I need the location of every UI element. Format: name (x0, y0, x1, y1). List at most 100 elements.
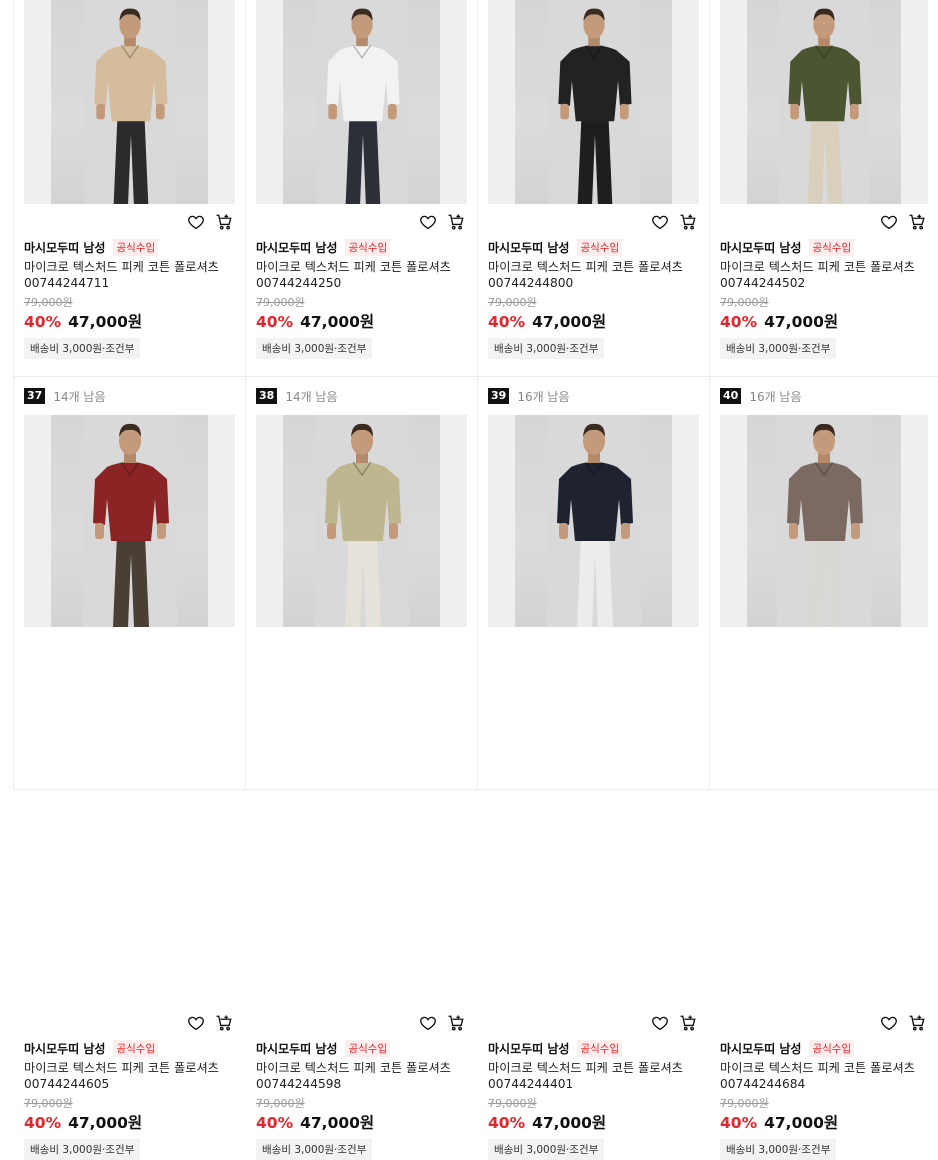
original-price: 79,000원 (256, 296, 305, 309)
cart-icon[interactable] (215, 1014, 233, 1032)
product-info: 마시모두띠 남성 공식수입마이크로 텍스처드 피케 코튼 폴로셔츠 0074424… (720, 238, 930, 359)
shipping-badge: 배송비 3,000원·조건부 (256, 338, 373, 359)
heart-icon[interactable] (651, 213, 669, 231)
product-card[interactable]: 38 14개 남음 마시모두띠 남성 공식수입 마이크로 텍스처드 피케 코튼 폴로셔… (246, 377, 478, 1160)
shipping-badge: 배송비 3,000원·조건부 (24, 338, 141, 359)
heart-icon[interactable] (419, 1014, 437, 1032)
cart-icon[interactable] (679, 213, 697, 231)
stock-remaining: 14개 남음 (285, 389, 338, 404)
product-image[interactable] (720, 415, 928, 627)
card-actions (651, 1014, 697, 1032)
discount-rate: 40% (24, 1114, 62, 1132)
product-card[interactable]: 마시모두띠 남성 공식수입마이크로 텍스처드 피케 코튼 폴로셔츠 0074424… (710, 0, 938, 377)
brand-name[interactable]: 마시모두띠 남성 (720, 239, 801, 256)
original-price: 79,000원 (256, 1097, 305, 1110)
heart-icon[interactable] (880, 1014, 898, 1032)
brand-name[interactable]: 마시모두띠 남성 (24, 1040, 105, 1057)
rank-badge: 37 (24, 388, 46, 404)
heart-icon[interactable] (651, 1014, 669, 1032)
brand-name[interactable]: 마시모두띠 남성 (256, 239, 337, 256)
discount-rate: 40% (488, 1114, 526, 1132)
sale-price: 47,000원 (300, 313, 375, 331)
cart-icon[interactable] (679, 1014, 697, 1032)
product-card[interactable]: 마시모두띠 남성 공식수입마이크로 텍스처드 피케 코튼 폴로셔츠 0074424… (14, 0, 246, 377)
sale-price: 47,000원 (764, 1114, 839, 1132)
original-price: 79,000원 (488, 1097, 537, 1110)
official-import-badge: 공식수입 (577, 1039, 623, 1057)
official-import-badge: 공식수입 (113, 238, 159, 256)
official-import-badge: 공식수입 (577, 238, 623, 256)
discount-rate: 40% (24, 313, 62, 331)
rank-badge: 39 (488, 388, 510, 404)
brand-name[interactable]: 마시모두띠 남성 (24, 239, 105, 256)
rank-row: 40 16개 남음 (720, 388, 802, 404)
product-info: 마시모두띠 남성 공식수입마이크로 텍스처드 피케 코튼 폴로셔츠 0074424… (256, 238, 469, 359)
product-card[interactable]: 39 16개 남음 마시모두띠 남성 공식수입마이크로 텍스처드 피케 코튼 폴로셔… (478, 377, 710, 1160)
product-title[interactable]: 마이크로 텍스처드 피케 코튼 폴로셔츠 00744244250 (256, 259, 469, 291)
product-image[interactable] (24, 0, 235, 204)
card-actions (187, 213, 233, 231)
cart-icon[interactable] (908, 1014, 926, 1032)
original-price: 79,000원 (720, 1097, 769, 1110)
cart-icon[interactable] (215, 213, 233, 231)
official-import-badge: 공식수입 (809, 1039, 855, 1057)
brand-name[interactable]: 마시모두띠 남성 (488, 239, 569, 256)
shipping-badge: 배송비 3,000원·조건부 (488, 338, 605, 359)
original-price: 79,000원 (720, 296, 769, 309)
card-actions (419, 1014, 465, 1032)
rank-row: 38 14개 남음 (256, 388, 338, 404)
product-card[interactable]: 마시모두띠 남성 공식수입마이크로 텍스처드 피케 코튼 폴로셔츠 0074424… (246, 0, 478, 377)
product-info: 마시모두띠 남성 공식수입마이크로 텍스처드 피케 코튼 폴로셔츠 0074424… (24, 238, 237, 359)
card-actions (880, 1014, 926, 1032)
official-import-badge: 공식수입 (113, 1039, 159, 1057)
official-import-badge: 공식수입 (809, 238, 855, 256)
shipping-badge: 배송비 3,000원·조건부 (720, 1139, 837, 1160)
product-image[interactable] (720, 0, 928, 204)
heart-icon[interactable] (419, 213, 437, 231)
discount-rate: 40% (256, 1114, 294, 1132)
product-title[interactable]: 마이크로 텍스처드 피케 코튼 폴로셔츠 00744244605 (24, 1060, 237, 1092)
product-title[interactable]: 마이크로 텍스처드 피케 코튼 폴로셔츠 00744244800 (488, 259, 701, 291)
sale-price: 47,000원 (300, 1114, 375, 1132)
shipping-badge: 배송비 3,000원·조건부 (720, 338, 837, 359)
sale-price: 47,000원 (68, 1114, 143, 1132)
rank-row: 37 14개 남음 (24, 388, 106, 404)
product-card[interactable]: 40 16개 남음 마시모두띠 남성 공식수입마이크로 텍스처드 피케 코튼 폴로셔… (710, 377, 938, 1160)
stock-remaining: 16개 남음 (749, 389, 802, 404)
cart-icon[interactable] (908, 213, 926, 231)
brand-name[interactable]: 마시모두띠 남성 (256, 1040, 337, 1057)
discount-rate: 40% (720, 1114, 758, 1132)
cart-icon[interactable] (447, 1014, 465, 1032)
product-info: 마시모두띠 남성 공식수입마이크로 텍스처드 피케 코튼 폴로셔츠 0074424… (488, 1039, 701, 1160)
product-image[interactable] (488, 0, 699, 204)
product-title[interactable]: 마이크로 텍스처드 피케 코튼 폴로셔츠 00744244401 (488, 1060, 701, 1092)
heart-icon[interactable] (187, 1014, 205, 1032)
product-title[interactable]: 마이크로 텍스처드 피케 코튼 폴로셔츠 00744244711 (24, 259, 237, 291)
stock-remaining: 16개 남음 (517, 389, 570, 404)
product-title[interactable]: 마이크로 텍스처드 피케 코튼 폴로셔츠 00744244684 (720, 1060, 930, 1092)
brand-name[interactable]: 마시모두띠 남성 (720, 1040, 801, 1057)
product-card[interactable]: 마시모두띠 남성 공식수입마이크로 텍스처드 피케 코튼 폴로셔츠 0074424… (478, 0, 710, 377)
brand-name[interactable]: 마시모두띠 남성 (488, 1040, 569, 1057)
product-image[interactable] (488, 415, 699, 627)
product-image[interactable] (24, 415, 235, 627)
product-image[interactable] (256, 415, 467, 627)
card-actions (419, 213, 465, 231)
product-info: 마시모두띠 남성 공식수입마이크로 텍스처드 피케 코튼 폴로셔츠 0074424… (488, 238, 701, 359)
cart-icon[interactable] (447, 213, 465, 231)
product-title[interactable]: 마이크로 텍스처드 피케 코튼 폴로셔츠 00744244502 (720, 259, 930, 291)
sale-price: 47,000원 (764, 313, 839, 331)
rank-row: 39 16개 남음 (488, 388, 570, 404)
heart-icon[interactable] (880, 213, 898, 231)
rank-badge: 40 (720, 388, 742, 404)
product-info: 마시모두띠 남성 공식수입마이크로 텍스처드 피케 코튼 폴로셔츠 0074424… (720, 1039, 930, 1160)
product-title[interactable]: 마이크로 텍스처드 피케 코튼 폴로셔츠 00744244598 (256, 1060, 469, 1092)
product-card[interactable]: 37 14개 남음 마시모두띠 남성 공식수입마이크로 텍스처드 피케 코튼 폴로셔… (14, 377, 246, 1160)
shipping-badge: 배송비 3,000원·조건부 (488, 1139, 605, 1160)
discount-rate: 40% (720, 313, 758, 331)
official-import-badge: 공식수입 (345, 238, 391, 256)
heart-icon[interactable] (187, 213, 205, 231)
product-image[interactable] (256, 0, 467, 204)
product-info: 마시모두띠 남성 공식수입 마이크로 텍스처드 피케 코튼 폴로셔츠 0074424… (256, 1039, 469, 1160)
sale-price: 47,000원 (532, 313, 607, 331)
